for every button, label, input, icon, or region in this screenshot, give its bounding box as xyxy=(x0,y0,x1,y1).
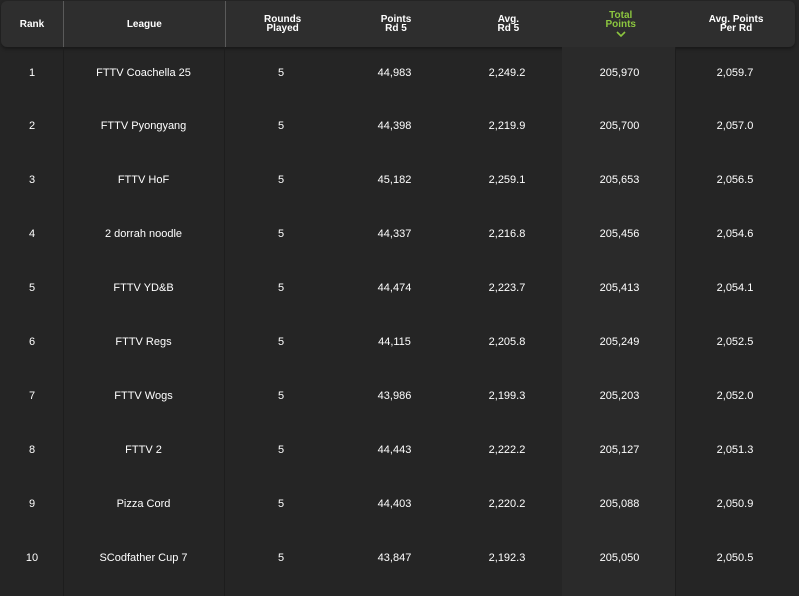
cell-rounds-played: 5 xyxy=(277,390,285,402)
cell-rounds-played: 5 xyxy=(277,498,285,510)
cell-avg-rd5: 2,223.7 xyxy=(488,282,526,294)
column-header-label: Points xyxy=(605,19,636,30)
cell-total-points: 205,456 xyxy=(599,228,640,240)
table-row[interactable]: 8 FTTV 2 5 44,443 2,222.2 205,127 2,051.3 xyxy=(1,423,795,477)
cell-league: FTTV HoF xyxy=(117,174,170,186)
cell-avg-rd5: 2,249.2 xyxy=(488,67,526,79)
column-header-points-rd5[interactable]: Points Rd 5 xyxy=(340,1,453,47)
cell-rank: 1 xyxy=(28,67,36,79)
cell-league: Pizza Cord xyxy=(116,498,171,510)
cell-league: FTTV Wogs xyxy=(114,390,173,402)
cell-avg-points-per-rd: 2,054.1 xyxy=(716,282,754,294)
table-row[interactable]: 2 FTTV Pyongyang 5 44,398 2,219.9 205,700 2,05… xyxy=(1,99,795,153)
table-row[interactable]: 7 FTTV Wogs 5 43,986 2,199.3 205,203 2,052.0 xyxy=(1,369,795,423)
cell-avg-rd5: 2,199.3 xyxy=(488,390,526,402)
column-header-label: Per Rd xyxy=(719,23,753,34)
cell-total-points: 205,653 xyxy=(599,174,640,186)
cell-avg-points-per-rd: 2,059.7 xyxy=(716,67,754,79)
cell-total-points: 205,203 xyxy=(599,390,640,402)
column-header-label: Played xyxy=(266,23,299,34)
cell-avg-points-per-rd: 2,052.0 xyxy=(716,390,754,402)
cell-total-points: 205,970 xyxy=(599,67,640,79)
cell-total-points: 205,249 xyxy=(599,336,640,348)
column-header-avg-rd5[interactable]: Avg. Rd 5 xyxy=(452,1,564,47)
column-header-total-points[interactable]: Total Points xyxy=(564,1,677,47)
column-header-label: Rd 5 xyxy=(497,23,520,34)
cell-points-rd5: 43,986 xyxy=(377,390,412,402)
cell-points-rd5: 44,337 xyxy=(377,228,412,240)
cell-rank: 10 xyxy=(25,552,39,564)
cell-rank: 3 xyxy=(28,174,36,186)
cell-league: SCodfather Cup 7 xyxy=(99,552,188,564)
cell-total-points: 205,700 xyxy=(599,120,640,132)
chevron-down-icon xyxy=(616,31,626,37)
cell-league: FTTV Pyongyang xyxy=(100,120,187,132)
cell-rounds-played: 5 xyxy=(277,174,285,186)
cell-points-rd5: 44,474 xyxy=(377,282,412,294)
cell-avg-points-per-rd: 2,057.0 xyxy=(716,120,754,132)
league-rankings-table: Rank League Rounds Played Points Rd 5 Av… xyxy=(1,1,795,596)
table-row[interactable]: 5 FTTV YD&B 5 44,474 2,223.7 205,413 2,054.1 xyxy=(1,261,795,315)
column-header-label: Rd 5 xyxy=(385,23,407,34)
table-body: 1 FTTV Coachella 25 5 44,983 2,249.2 205,970 2… xyxy=(1,47,795,596)
cell-avg-rd5: 2,205.8 xyxy=(488,336,526,348)
cell-avg-rd5: 2,259.1 xyxy=(488,174,526,186)
cell-points-rd5: 44,983 xyxy=(377,67,412,79)
table-rows: 1 FTTV Coachella 25 5 44,983 2,249.2 205,970 2… xyxy=(1,47,795,585)
cell-rank: 6 xyxy=(28,336,36,348)
cell-league: FTTV YD&B xyxy=(113,282,174,294)
cell-points-rd5: 44,443 xyxy=(377,444,412,456)
table-row[interactable]: 4 2 dorrah noodle 5 44,337 2,216.8 205,456 2,0… xyxy=(1,207,795,261)
cell-rounds-played: 5 xyxy=(277,336,285,348)
cell-rounds-played: 5 xyxy=(277,228,285,240)
cell-league: FTTV Coachella 25 xyxy=(96,67,191,79)
cell-rounds-played: 5 xyxy=(277,120,285,132)
column-header-avg-points-per-rd[interactable]: Avg. Points Per Rd xyxy=(677,1,795,47)
cell-league: FTTV 2 xyxy=(125,444,162,456)
cell-total-points: 205,050 xyxy=(599,552,640,564)
cell-avg-points-per-rd: 2,050.5 xyxy=(716,552,754,564)
cell-rank: 2 xyxy=(28,120,36,132)
table-row[interactable]: 10 SCodfather Cup 7 5 43,847 2,192.3 205,050 2… xyxy=(1,531,795,585)
cell-avg-rd5: 2,220.2 xyxy=(488,498,526,510)
cell-avg-points-per-rd: 2,052.5 xyxy=(716,336,754,348)
cell-rounds-played: 5 xyxy=(277,282,285,294)
table-header: Rank League Rounds Played Points Rd 5 Av… xyxy=(1,1,795,47)
cell-total-points: 205,413 xyxy=(599,282,640,294)
table-row[interactable]: 1 FTTV Coachella 25 5 44,983 2,249.2 205,970 2… xyxy=(1,47,795,99)
cell-avg-rd5: 2,219.9 xyxy=(488,120,526,132)
cell-rounds-played: 5 xyxy=(277,552,285,564)
cell-rank: 8 xyxy=(28,444,36,456)
column-header-league[interactable]: League xyxy=(64,1,226,47)
cell-league: 2 dorrah noodle xyxy=(104,228,183,240)
column-header-rank[interactable]: Rank xyxy=(1,1,64,47)
cell-avg-rd5: 2,216.8 xyxy=(488,228,526,240)
cell-points-rd5: 44,403 xyxy=(377,498,412,510)
cell-points-rd5: 43,847 xyxy=(377,552,412,564)
cell-rounds-played: 5 xyxy=(277,444,285,456)
cell-rank: 5 xyxy=(28,282,36,294)
cell-rank: 4 xyxy=(28,228,36,240)
cell-total-points: 205,088 xyxy=(599,498,640,510)
cell-points-rd5: 44,115 xyxy=(378,336,411,348)
table-row[interactable]: 3 FTTV HoF 5 45,182 2,259.1 205,653 2,056.5 xyxy=(1,153,795,207)
cell-league: FTTV Regs xyxy=(115,336,172,348)
column-header-rounds-played[interactable]: Rounds Played xyxy=(226,1,340,47)
table-row[interactable]: 9 Pizza Cord 5 44,403 2,220.2 205,088 2,050.9 xyxy=(1,477,795,531)
column-header-label: League xyxy=(126,18,162,30)
cell-rank: 7 xyxy=(28,390,36,402)
cell-total-points: 205,127 xyxy=(599,444,640,456)
cell-avg-rd5: 2,192.3 xyxy=(488,552,526,564)
cell-avg-rd5: 2,222.2 xyxy=(488,444,526,456)
cell-avg-points-per-rd: 2,051.3 xyxy=(716,444,754,456)
cell-rank: 9 xyxy=(28,498,36,510)
column-header-label: Rank xyxy=(19,18,45,30)
cell-avg-points-per-rd: 2,056.5 xyxy=(716,174,754,186)
cell-avg-points-per-rd: 2,054.6 xyxy=(716,228,754,240)
cell-points-rd5: 44,398 xyxy=(377,120,412,132)
cell-rounds-played: 5 xyxy=(277,67,285,79)
cell-points-rd5: 45,182 xyxy=(377,174,412,186)
cell-avg-points-per-rd: 2,050.9 xyxy=(716,498,754,510)
table-row[interactable]: 6 FTTV Regs 5 44,115 2,205.8 205,249 2,052.5 xyxy=(1,315,795,369)
